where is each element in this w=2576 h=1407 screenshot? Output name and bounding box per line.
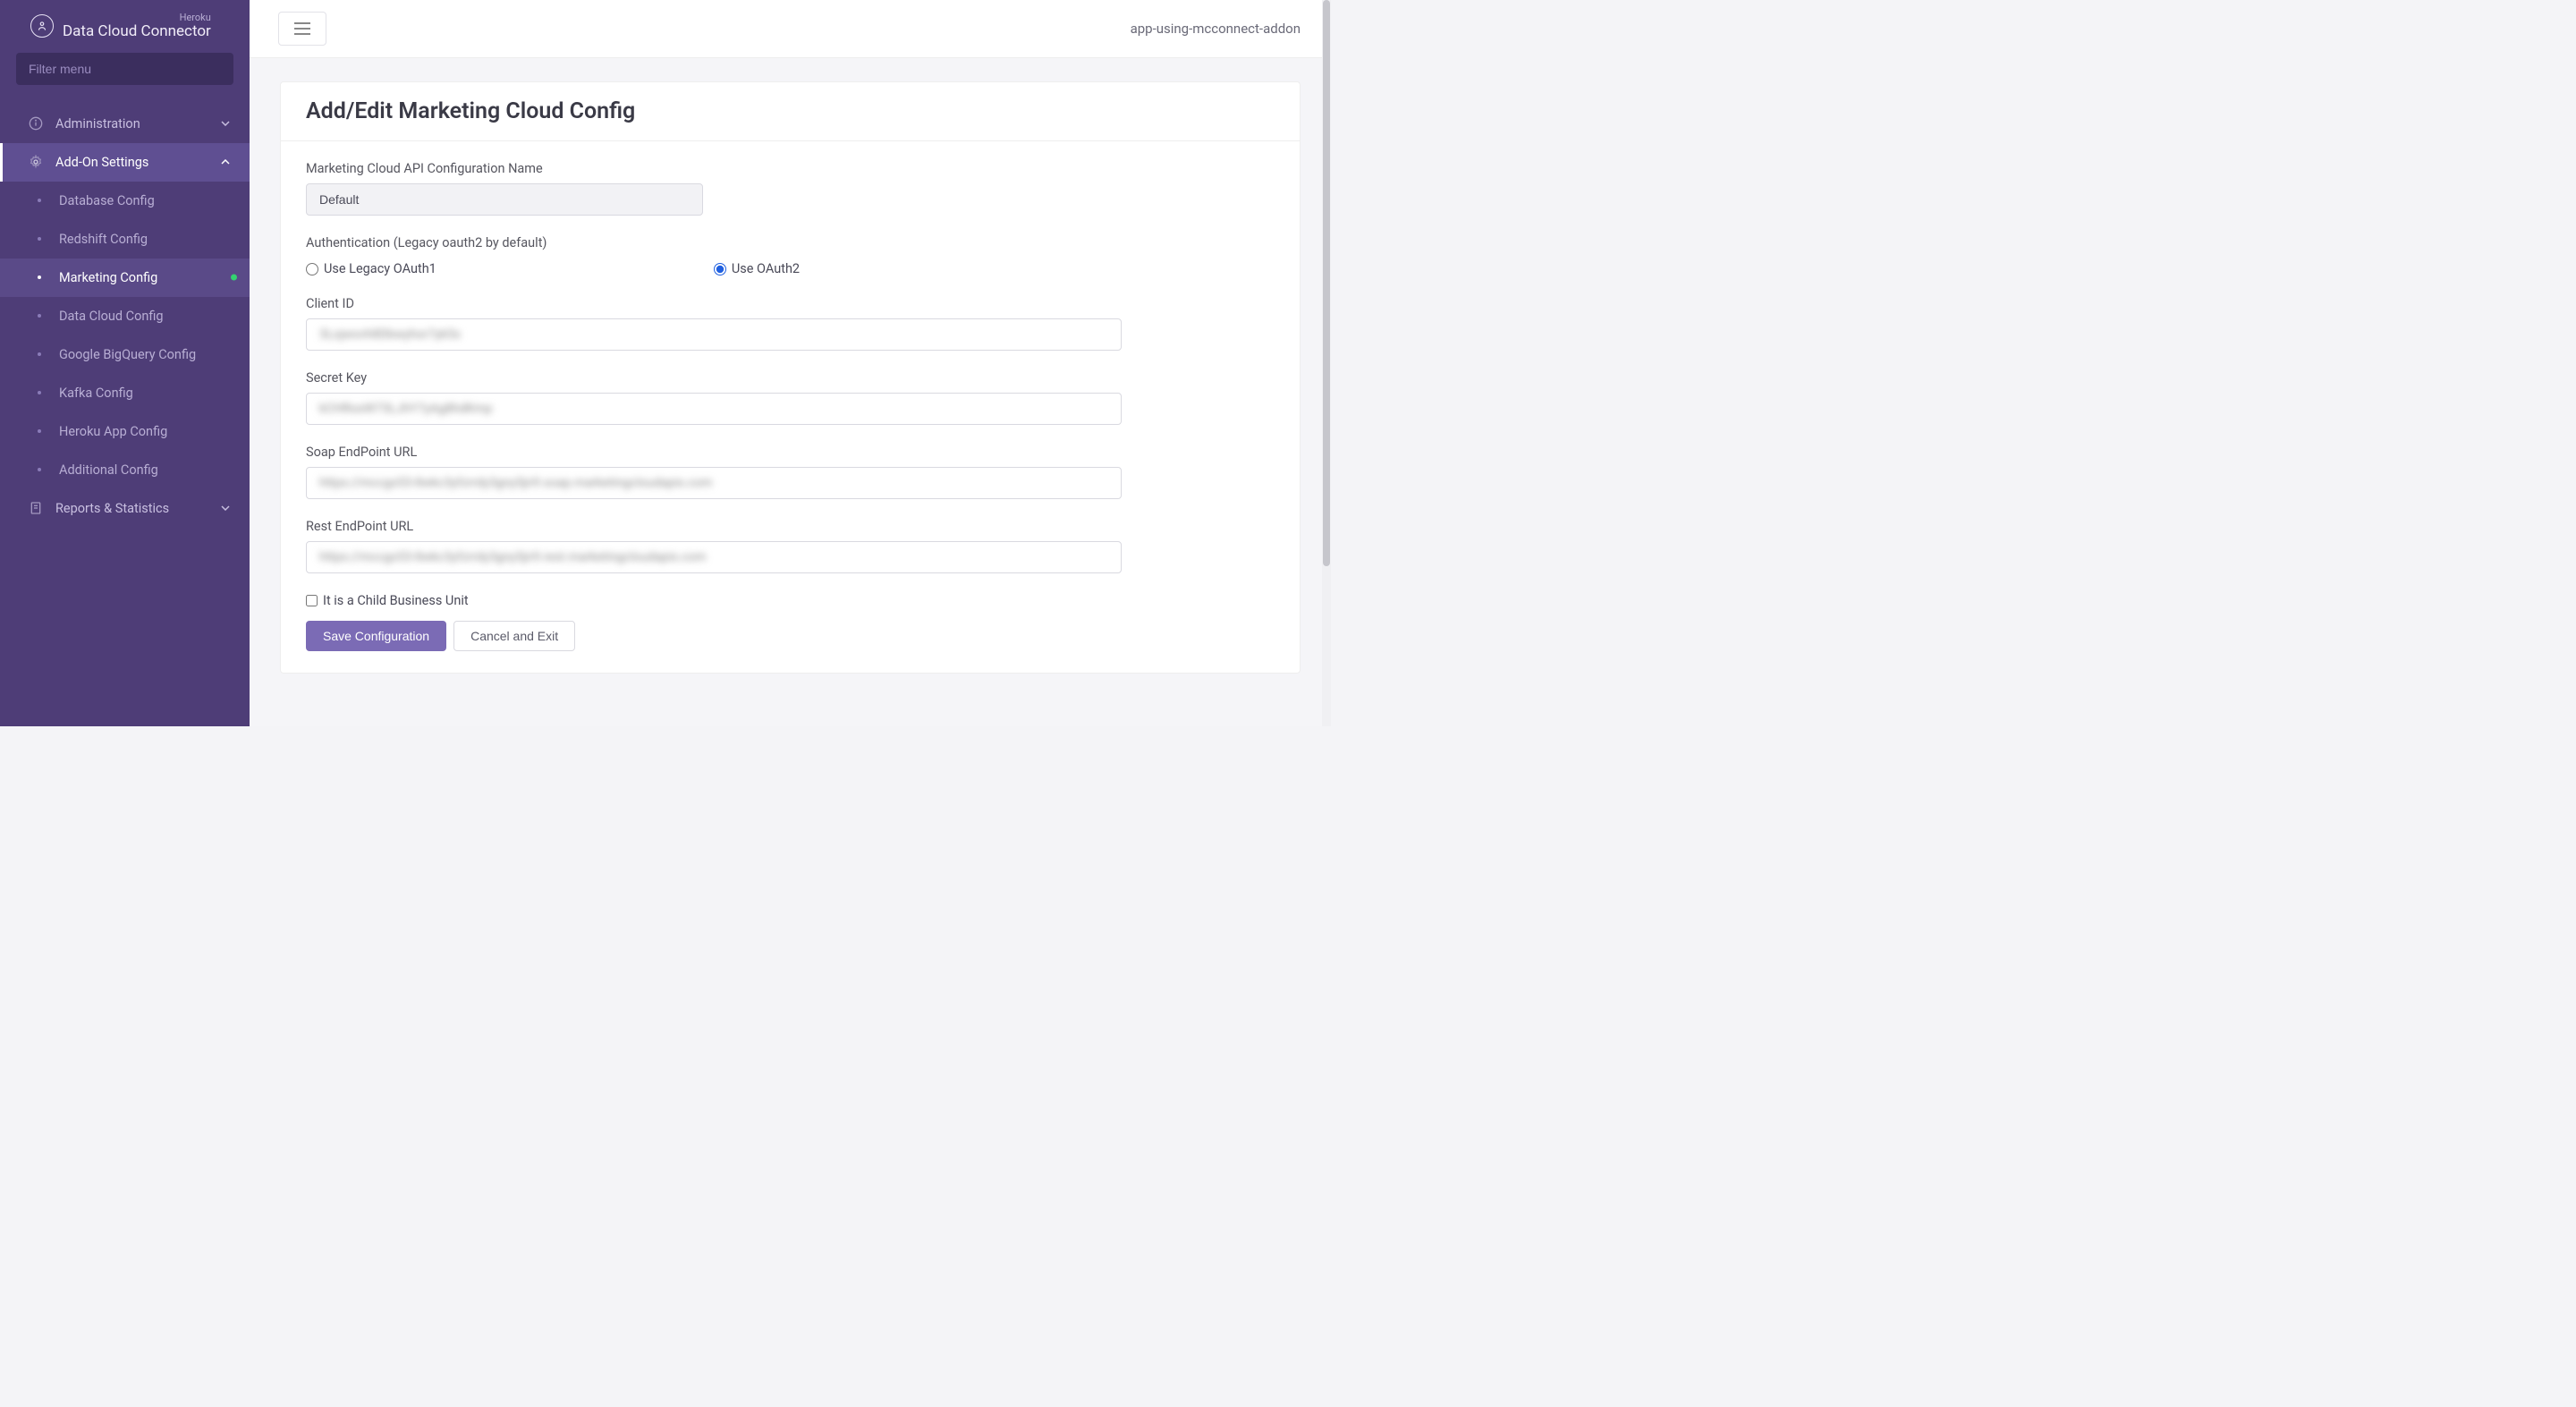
- scrollbar-thumb[interactable]: [1323, 0, 1330, 566]
- nav-item-kafka-config[interactable]: Kafka Config: [0, 374, 250, 412]
- nav-item-label: Redshift Config: [59, 232, 148, 247]
- brand-logo-icon: [30, 14, 54, 38]
- panel-header: Add/Edit Marketing Cloud Config: [281, 82, 1300, 141]
- scrollbar[interactable]: [1322, 0, 1331, 726]
- nav-item-label: Data Cloud Config: [59, 309, 164, 324]
- chevron-up-icon: [221, 159, 230, 165]
- nav-item-redshift-config[interactable]: Redshift Config: [0, 220, 250, 259]
- filter-menu-input[interactable]: [16, 53, 233, 85]
- config-name-input[interactable]: [306, 183, 703, 216]
- radio-legacy-oauth1-input[interactable]: [306, 263, 318, 275]
- chevron-down-icon: [221, 505, 230, 511]
- fg-client-id: Client ID 3Lojwsvh8Dbwyhor7yk5x: [306, 296, 1275, 351]
- app-root: Heroku Data Cloud Connector Administrati…: [0, 0, 1331, 726]
- child-bu-input[interactable]: [306, 595, 318, 606]
- save-button[interactable]: Save Configuration: [306, 621, 446, 651]
- topbar: app-using-mcconnect-addon: [250, 0, 1331, 58]
- panel-body: Marketing Cloud API Configuration Name A…: [281, 141, 1300, 673]
- document-icon: [29, 501, 43, 515]
- secret-key-label: Secret Key: [306, 370, 1275, 386]
- nav-sub-addon: Database Config Redshift Config Marketin…: [0, 182, 250, 489]
- nav-label: Reports & Statistics: [55, 501, 169, 516]
- content: Add/Edit Marketing Cloud Config Marketin…: [250, 58, 1331, 697]
- nav-item-label: Database Config: [59, 193, 155, 208]
- nav-label: Add-On Settings: [55, 155, 148, 170]
- button-row: Save Configuration Cancel and Exit: [306, 621, 1275, 651]
- nav: Administration Add-On Settings Database …: [0, 105, 250, 528]
- brand: Heroku Data Cloud Connector: [0, 0, 250, 53]
- client-id-input[interactable]: 3Lojwsvh8Dbwyhor7yk5x: [306, 318, 1122, 351]
- soap-url-input[interactable]: https://mccgs53-8wkc3yfzrrdy3gny5jn9.soa…: [306, 467, 1122, 499]
- fg-config-name: Marketing Cloud API Configuration Name: [306, 161, 1275, 216]
- nav-item-google-bigquery-config[interactable]: Google BigQuery Config: [0, 335, 250, 374]
- nav-item-label: Kafka Config: [59, 386, 133, 401]
- info-icon: [29, 116, 43, 131]
- brand-title: Data Cloud Connector: [63, 23, 211, 40]
- child-bu-label: It is a Child Business Unit: [323, 593, 469, 608]
- app-name: app-using-mcconnect-addon: [1131, 21, 1301, 37]
- filter-wrap: [0, 53, 250, 96]
- nav-item-label: Additional Config: [59, 462, 158, 478]
- nav-item-label: Heroku App Config: [59, 424, 167, 439]
- nav-group-addon-settings[interactable]: Add-On Settings: [0, 143, 250, 182]
- nav-item-heroku-app-config[interactable]: Heroku App Config: [0, 412, 250, 451]
- chevron-down-icon: [221, 121, 230, 126]
- config-name-label: Marketing Cloud API Configuration Name: [306, 161, 1275, 176]
- hamburger-icon: [294, 22, 310, 35]
- nav-group-reports[interactable]: Reports & Statistics: [0, 489, 250, 528]
- radio-oauth2-input[interactable]: [714, 263, 726, 275]
- nav-label: Administration: [55, 116, 140, 131]
- page-title: Add/Edit Marketing Cloud Config: [306, 98, 1275, 124]
- radio-legacy-oauth1[interactable]: Use Legacy OAuth1: [306, 261, 436, 276]
- hamburger-button[interactable]: [278, 12, 326, 46]
- radio-label: Use Legacy OAuth1: [324, 261, 436, 276]
- nav-item-data-cloud-config[interactable]: Data Cloud Config: [0, 297, 250, 335]
- fg-rest-url: Rest EndPoint URL https://mccgs53-8wkc3y…: [306, 519, 1275, 573]
- auth-label: Authentication (Legacy oauth2 by default…: [306, 235, 1275, 250]
- nav-item-additional-config[interactable]: Additional Config: [0, 451, 250, 489]
- config-panel: Add/Edit Marketing Cloud Config Marketin…: [280, 81, 1301, 674]
- nav-item-marketing-config[interactable]: Marketing Config: [0, 259, 250, 297]
- rest-url-label: Rest EndPoint URL: [306, 519, 1275, 534]
- nav-item-label: Google BigQuery Config: [59, 347, 196, 362]
- status-dot-icon: [231, 275, 237, 281]
- fg-auth: Authentication (Legacy oauth2 by default…: [306, 235, 1275, 276]
- soap-url-label: Soap EndPoint URL: [306, 445, 1275, 460]
- secret-key-input[interactable]: kCHRosW73LJhY7yAg8hdKmp: [306, 393, 1122, 425]
- main: app-using-mcconnect-addon Add/Edit Marke…: [250, 0, 1331, 726]
- nav-item-label: Marketing Config: [59, 270, 157, 285]
- fg-soap-url: Soap EndPoint URL https://mccgs53-8wkc3y…: [306, 445, 1275, 499]
- child-bu-checkbox[interactable]: It is a Child Business Unit: [306, 593, 1275, 608]
- radio-oauth2[interactable]: Use OAuth2: [714, 261, 800, 276]
- radio-label: Use OAuth2: [732, 261, 800, 276]
- nav-group-administration[interactable]: Administration: [0, 105, 250, 143]
- gear-icon: [29, 155, 43, 169]
- sidebar: Heroku Data Cloud Connector Administrati…: [0, 0, 250, 726]
- fg-secret-key: Secret Key kCHRosW73LJhY7yAg8hdKmp: [306, 370, 1275, 425]
- client-id-label: Client ID: [306, 296, 1275, 311]
- cancel-button[interactable]: Cancel and Exit: [453, 621, 575, 651]
- nav-item-database-config[interactable]: Database Config: [0, 182, 250, 220]
- rest-url-input[interactable]: https://mccgs53-8wkc3yfzrrdy3gny5jn9.res…: [306, 541, 1122, 573]
